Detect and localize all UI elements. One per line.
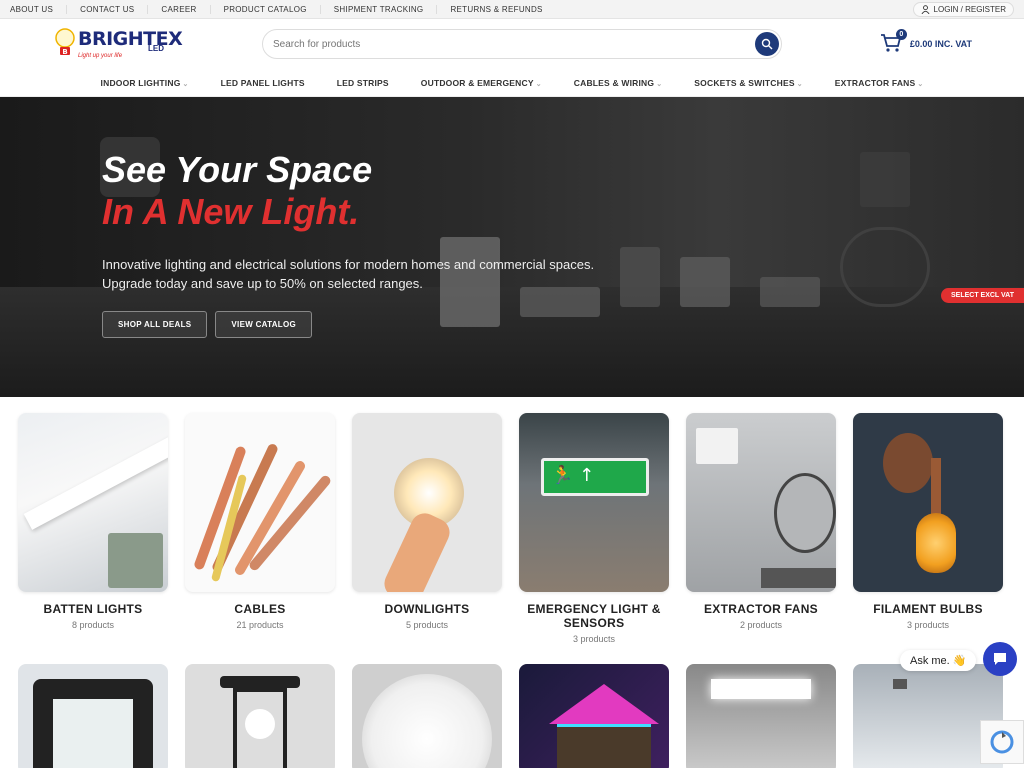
- hero-headline-line1: See Your Space: [102, 149, 373, 190]
- hero-product-silhouette: [620, 247, 660, 307]
- category-name: BATTEN LIGHTS: [43, 602, 143, 616]
- cart-icon: 0: [880, 29, 907, 55]
- chat-button[interactable]: [983, 642, 1017, 676]
- login-register-button[interactable]: LOGIN / REGISTER: [912, 1, 1014, 17]
- top-utility-bar: ABOUT US CONTACT US CAREER PRODUCT CATAL…: [0, 0, 1024, 19]
- chevron-down-icon: ⌄: [535, 80, 542, 88]
- cart-widget[interactable]: 0 £0.00 INC. VAT: [880, 29, 972, 55]
- hero-description: Innovative lighting and electrical solut…: [102, 257, 595, 291]
- bulb-logo-icon: B: [55, 28, 75, 56]
- nav-led-panel-lights[interactable]: LED PANEL LIGHTS: [205, 78, 321, 88]
- category-count: 3 products: [572, 634, 616, 644]
- category-name: EMERGENCY LIGHT & SENSORS: [527, 602, 661, 630]
- category-name: CABLES: [234, 602, 286, 616]
- link-shipment-tracking[interactable]: SHIPMENT TRACKING: [321, 4, 438, 14]
- chat-bubble-icon: [994, 653, 1006, 665]
- site-header: B BRIGHTEX LED Light up your life 0 £0.0…: [0, 19, 1024, 69]
- utility-links: ABOUT US CONTACT US CAREER PRODUCT CATAL…: [10, 4, 556, 14]
- extractor-fans-image: [686, 413, 836, 592]
- nav-sockets-switches[interactable]: SOCKETS & SWITCHES ⌄: [678, 78, 819, 88]
- link-about-us[interactable]: ABOUT US: [10, 4, 68, 14]
- link-contact-us[interactable]: CONTACT US: [67, 4, 149, 14]
- link-returns-refunds[interactable]: RETURNS & REFUNDS: [437, 5, 555, 14]
- batten-lights-image: [18, 413, 168, 592]
- hero-buttons: SHOP ALL DEALS VIEW CATALOG: [102, 311, 602, 338]
- recaptcha-icon: [990, 730, 1014, 754]
- brightex-logo[interactable]: B BRIGHTEX LED Light up your life: [52, 26, 262, 62]
- chevron-down-icon: ⌄: [796, 80, 803, 88]
- category-name: FILAMENT BULBS: [873, 602, 983, 616]
- hero-content: See Your Space In A New Light. Innovativ…: [102, 149, 602, 338]
- link-career[interactable]: CAREER: [148, 4, 211, 14]
- category-card-emergency-light-sensors[interactable]: 🏃 ↑ EMERGENCY LIGHT & SENSORS 3 products: [519, 413, 669, 644]
- floodlight-image[interactable]: [18, 664, 168, 768]
- nav-led-strips[interactable]: LED STRIPS: [321, 78, 405, 88]
- main-navigation: INDOOR LIGHTING ⌄ LED PANEL LIGHTS LED ST…: [0, 69, 1024, 97]
- category-count: 5 products: [405, 620, 449, 630]
- recaptcha-badge[interactable]: [980, 720, 1024, 764]
- search-input[interactable]: [273, 38, 755, 50]
- category-count: 2 products: [739, 620, 783, 630]
- category-name: DOWNLIGHTS: [384, 602, 470, 616]
- category-count: 21 products: [236, 620, 284, 630]
- hero-spotlight-silhouette: [860, 152, 910, 207]
- search-bar: [262, 29, 782, 59]
- link-product-catalog[interactable]: PRODUCT CATALOG: [211, 4, 321, 14]
- category-grid: BATTEN LIGHTS 8 products CABLES 21 produ…: [0, 397, 1024, 644]
- hero-headline-line2: In A New Light.: [102, 191, 360, 232]
- lantern-image[interactable]: [185, 664, 335, 768]
- nav-cables-wiring[interactable]: CABLES & WIRING ⌄: [558, 78, 679, 88]
- filament-bulbs-image: [853, 413, 1003, 592]
- category-count: 3 products: [906, 620, 950, 630]
- cart-total: £0.00 INC. VAT: [909, 39, 972, 49]
- logo-led-text: LED: [148, 43, 164, 53]
- led-panel-image[interactable]: [686, 664, 836, 768]
- chevron-down-icon: ⌄: [656, 80, 663, 88]
- hero-product-silhouette: [680, 257, 730, 307]
- hero-product-silhouette: [760, 277, 820, 307]
- category-card-downlights[interactable]: DOWNLIGHTS 5 products: [352, 413, 502, 644]
- emergency-light-image: 🏃 ↑: [519, 413, 669, 592]
- downlights-image: [352, 413, 502, 592]
- category-count: 8 products: [71, 620, 115, 630]
- svg-text:B: B: [62, 48, 67, 56]
- category-card-filament-bulbs[interactable]: FILAMENT BULBS 3 products: [853, 413, 1003, 644]
- led-strips-house-image[interactable]: [519, 664, 669, 768]
- select-excl-vat-toggle[interactable]: SELECT EXCL VAT: [940, 288, 1024, 303]
- category-name: EXTRACTOR FANS: [704, 602, 818, 616]
- hero-banner: See Your Space In A New Light. Innovativ…: [0, 97, 1024, 397]
- nav-indoor-lighting[interactable]: INDOOR LIGHTING ⌄: [85, 78, 205, 88]
- search-button[interactable]: [755, 32, 779, 56]
- user-icon: [921, 4, 930, 14]
- chat-prompt-bubble[interactable]: Ask me. 👋: [900, 650, 977, 671]
- nav-outdoor-emergency[interactable]: OUTDOOR & EMERGENCY ⌄: [405, 78, 558, 88]
- search-icon: [761, 38, 773, 50]
- view-catalog-button[interactable]: VIEW CATALOG: [215, 311, 313, 338]
- hero-product-silhouette: [840, 227, 930, 307]
- ceiling-light-image[interactable]: [352, 664, 502, 768]
- category-card-batten-lights[interactable]: BATTEN LIGHTS 8 products: [18, 413, 168, 644]
- chevron-down-icon: ⌄: [917, 80, 924, 88]
- category-grid-row2: [0, 644, 1024, 768]
- login-label: LOGIN / REGISTER: [933, 4, 1006, 14]
- nav-extractor-fans[interactable]: EXTRACTOR FANS ⌄: [819, 78, 940, 88]
- category-card-extractor-fans[interactable]: EXTRACTOR FANS 2 products: [686, 413, 836, 644]
- category-card-cables[interactable]: CABLES 21 products: [185, 413, 335, 644]
- cart-count-badge: 0: [895, 29, 907, 40]
- logo-tagline: Light up your life: [78, 52, 123, 59]
- shop-all-deals-button[interactable]: SHOP ALL DEALS: [102, 311, 208, 338]
- chevron-down-icon: ⌄: [182, 80, 189, 88]
- cables-image: [185, 413, 335, 592]
